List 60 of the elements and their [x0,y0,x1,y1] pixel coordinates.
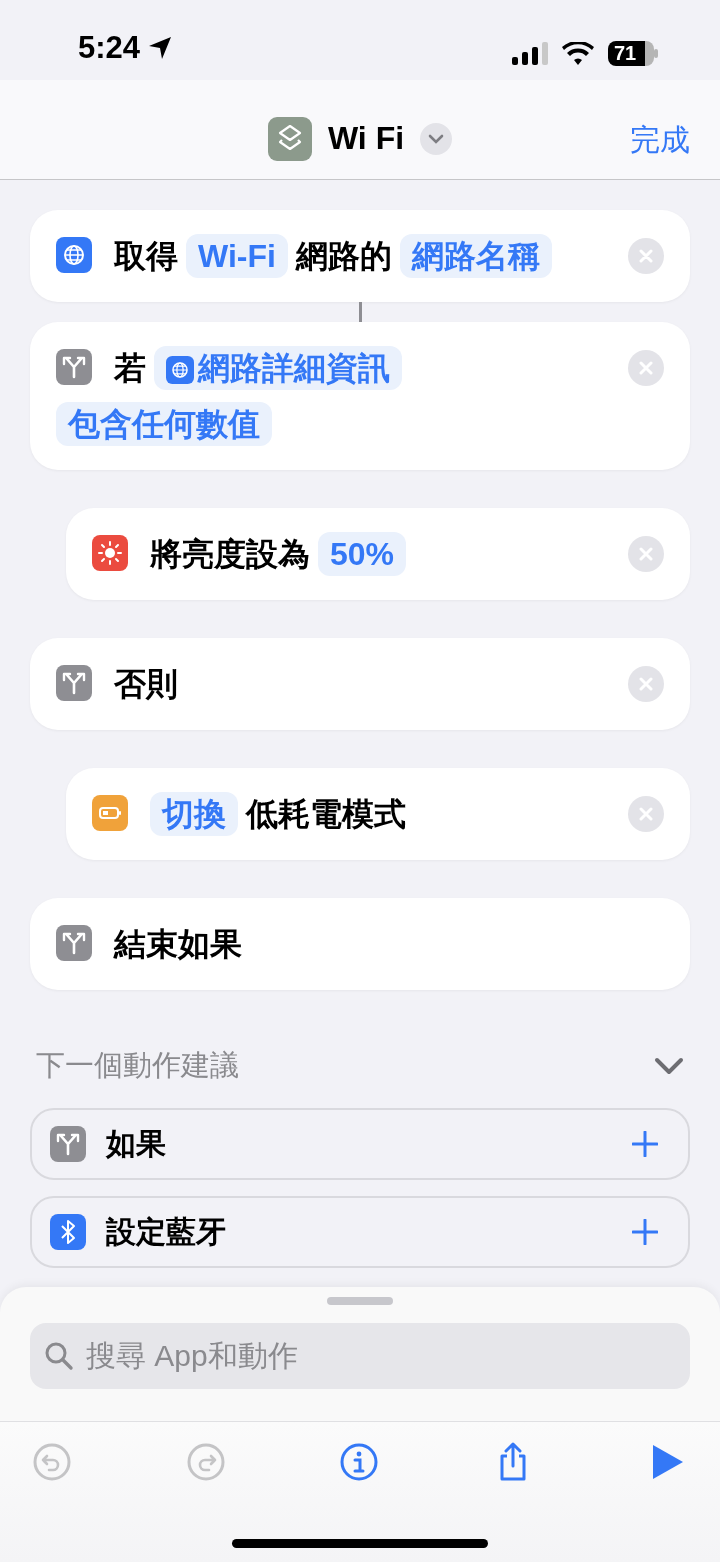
branch-icon [56,349,92,385]
branch-icon [50,1126,86,1162]
action-text: 取得 [114,238,178,274]
suggestion-row[interactable]: 設定藍牙 [30,1196,690,1268]
wifi-icon [562,41,594,66]
add-button[interactable] [632,1219,658,1245]
globe-icon [166,356,194,384]
section-header: 下一個動作建議 [36,1048,239,1083]
clock-time: 5:24 [78,30,141,66]
action-card[interactable]: 結束如果 [30,898,690,990]
parameter-token[interactable]: 網路詳細資訊 [154,346,402,390]
remove-button[interactable] [628,238,664,274]
info-icon[interactable] [339,1442,379,1482]
action-text: 結束如果 [114,926,242,962]
parameter-token[interactable]: Wi-Fi [186,234,288,278]
parameter-token[interactable]: 切換 [150,792,238,836]
layers-app-icon [267,116,312,161]
battery-icon [92,795,128,831]
close-icon [639,807,653,821]
parameter-token[interactable]: 網路名稱 [399,234,552,278]
sun-icon [92,535,128,571]
remove-button[interactable] [628,666,664,702]
parameter-token[interactable]: 50% [318,532,407,576]
battery-level: 71 [608,41,654,66]
remove-button[interactable] [628,536,664,572]
title-menu-button[interactable] [420,122,453,155]
remove-button[interactable] [628,350,664,386]
branch-icon [56,925,92,961]
branch-icon [56,665,92,701]
globe-icon [56,237,92,273]
action-card[interactable]: 切換 低耗電模式 [66,768,690,860]
chevron-down-icon [428,133,445,144]
battery-tip-icon [654,49,658,58]
suggestion-row[interactable]: 如果 [30,1108,690,1180]
action-text: 低耗電模式 [246,796,406,832]
action-text: 網路的 [295,238,392,274]
sheet-grabber[interactable] [327,1297,393,1305]
suggestion-label: 如果 [106,1125,167,1162]
close-icon [639,249,653,263]
signal-icon [512,41,548,66]
action-card[interactable]: 否則 [30,638,690,730]
suggestion-label: 設定藍牙 [106,1213,227,1250]
action-card[interactable]: 若 網路詳細資訊 包含任何數值 [30,322,690,470]
action-text: 若 [114,350,146,386]
add-button[interactable] [632,1131,658,1157]
close-icon [639,361,653,375]
parameter-token[interactable]: 包含任何數值 [56,402,272,446]
search-icon [44,1341,74,1371]
action-text: 將亮度設為 [150,536,310,572]
shortcut-title: Wi Fi [327,120,405,157]
action-text: 否則 [114,666,178,702]
action-card[interactable]: 將亮度設為 50% [66,508,690,600]
bluetooth-icon [50,1214,86,1250]
done-button[interactable]: 完成 [630,120,690,161]
action-card[interactable]: 取得 Wi-Fi 網路的 網路名稱 [30,210,690,302]
remove-button[interactable] [628,796,664,832]
close-icon [639,547,653,561]
close-icon [639,677,653,691]
chevron-down-icon[interactable] [654,1057,684,1075]
search-placeholder: 搜尋 App和動作 [86,1337,298,1374]
